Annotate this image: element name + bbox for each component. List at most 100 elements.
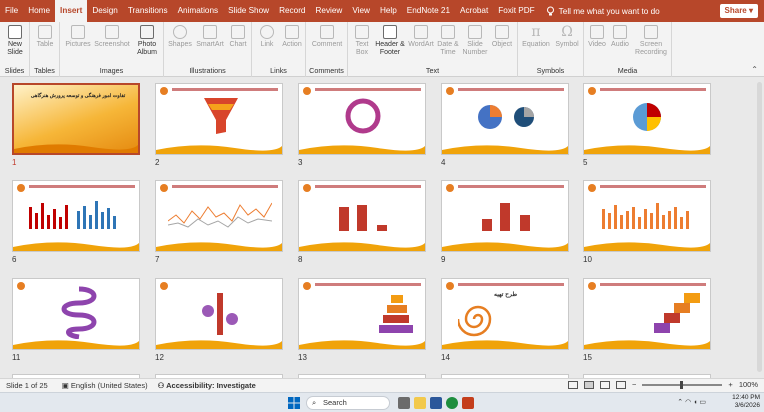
tab-view[interactable]: View [347,0,375,22]
header-footer-button[interactable]: Header & Footer [374,25,406,57]
camera-icon [105,25,119,39]
zoom-slider-thumb[interactable] [680,380,684,389]
link-button[interactable]: Link [256,25,278,49]
vertical-scrollbar[interactable] [757,82,762,372]
bar-chart-graphic [602,203,689,229]
tab-endnote[interactable]: EndNote 21 [402,0,455,22]
tab-home[interactable]: Home [23,0,55,22]
slide-thumbnail-15[interactable] [583,278,711,350]
slide-thumbnail-14[interactable]: طرح تهیه [441,278,569,350]
slide-thumbnail-5[interactable] [583,83,711,155]
object-button[interactable]: Object [489,25,515,49]
zoom-slider[interactable] [642,380,723,389]
chart-button[interactable]: Chart [226,25,250,49]
date-time-button[interactable]: Date & Time [436,25,460,57]
speaker-icon[interactable]: ◖ [693,399,697,406]
chevron-up-icon[interactable]: ⌃ [677,399,683,406]
symbol-button[interactable]: Ω Symbol [553,25,581,49]
tab-acrobat[interactable]: Acrobat [455,0,493,22]
tab-review[interactable]: Review [310,0,347,22]
group-label-slides: Slides [4,66,25,75]
slide-thumbnail-13[interactable] [298,278,426,350]
shapes-button[interactable]: Shapes [166,25,194,49]
tab-file[interactable]: File [0,0,23,22]
slide-number-button[interactable]: Slide Number [461,25,489,57]
zoom-out-button[interactable]: − [632,380,636,389]
wifi-icon[interactable]: ◠ [685,399,691,406]
language-status[interactable]: ▣ English (United States) [62,381,148,390]
table-button[interactable]: Table [34,25,56,49]
slide-thumbnail-11[interactable] [12,278,140,350]
logo-icon [446,87,454,95]
group-media: Video Audio Screen Recording Media [584,22,672,77]
slide-thumbnail-7[interactable] [155,180,283,252]
zoom-level[interactable]: 100% [739,380,758,389]
screen-recording-button[interactable]: Screen Recording [632,25,670,57]
tab-design[interactable]: Design [87,0,123,22]
slide-number-3: 3 [298,158,303,167]
tab-help[interactable]: Help [375,0,402,22]
slide-number-5: 5 [583,158,588,167]
slide-number-15: 15 [583,353,592,362]
slide-sorter-view-icon[interactable] [584,380,595,389]
equation-button[interactable]: π Equation [520,25,552,49]
tell-me-search[interactable]: Tell me what you want to do [546,6,660,16]
group-links: Link Action Links [252,22,306,77]
share-button[interactable]: Share ▾ [719,4,758,18]
proofing-icon: ▣ [61,381,69,390]
slide-thumbnail-3[interactable] [298,83,426,155]
powerpoint-icon[interactable] [462,397,474,409]
chart-label: Chart [229,41,247,48]
word-icon[interactable] [430,397,442,409]
audio-button[interactable]: Audio [609,25,631,49]
logo-icon [446,184,454,192]
file-explorer-icon[interactable] [414,397,426,409]
comment-button[interactable]: Comment [309,25,345,49]
tab-record[interactable]: Record [274,0,310,22]
slide-thumbnail-6[interactable] [12,180,140,252]
header-footer-icon [383,25,397,39]
normal-view-icon[interactable] [568,380,579,389]
reading-view-icon[interactable] [600,380,611,389]
chrome-icon[interactable] [446,397,458,409]
slide-number-8: 8 [298,255,303,264]
windows-start-icon[interactable] [288,397,300,409]
tab-transitions[interactable]: Transitions [123,0,173,22]
new-slide-button[interactable]: New Slide [3,25,27,57]
tab-slide-show[interactable]: Slide Show [223,0,274,22]
taskbar-search[interactable]: ⌕ Search [306,396,390,410]
action-button[interactable]: Action [280,25,304,49]
slide-thumbnail-1[interactable]: تفاوت امور فرهنگی و توسعه پرورش هنرگاهی [12,83,140,155]
slide-thumbnail-12[interactable] [155,278,283,350]
smartart-label: SmartArt [196,41,224,48]
slide-number-9: 9 [441,255,446,264]
tab-foxit-pdf[interactable]: Foxit PDF [493,0,539,22]
shapes-label: Shapes [168,41,192,48]
pictures-button[interactable]: Pictures [63,25,93,49]
screenshot-label: Screenshot [94,41,130,48]
omega-icon: Ω [561,24,573,40]
slideshow-view-icon[interactable] [616,380,627,389]
task-view-icon[interactable] [398,397,410,409]
slide-number-11: 11 [12,353,21,362]
smartart-button[interactable]: SmartArt [194,25,226,49]
accessibility-status[interactable]: ⚇ Accessibility: Investigate [158,381,256,390]
slide-thumbnail-8[interactable] [298,180,426,252]
slide-thumbnail-10[interactable] [583,180,711,252]
video-button[interactable]: Video [586,25,608,49]
clock[interactable]: 12:40 PM 3/6/2026 [732,394,760,410]
collapse-ribbon-icon[interactable]: ⌃ [751,65,758,74]
text-box-button[interactable]: Text Box [351,25,373,57]
wordart-button[interactable]: WordArt [406,25,436,49]
battery-icon[interactable]: ▭ [699,399,706,406]
slide-thumbnail-9[interactable] [441,180,569,252]
zoom-in-button[interactable]: + [728,380,732,389]
tab-animations[interactable]: Animations [173,0,224,22]
tab-insert[interactable]: Insert [55,0,88,22]
slide-thumbnail-4[interactable] [441,83,569,155]
header-footer-label: Header & Footer [375,41,405,56]
slide-thumbnail-2[interactable] [155,83,283,155]
screenshot-button[interactable]: Screenshot [94,25,130,49]
photo-album-button[interactable]: Photo Album [132,25,162,57]
logo-icon [588,282,596,290]
